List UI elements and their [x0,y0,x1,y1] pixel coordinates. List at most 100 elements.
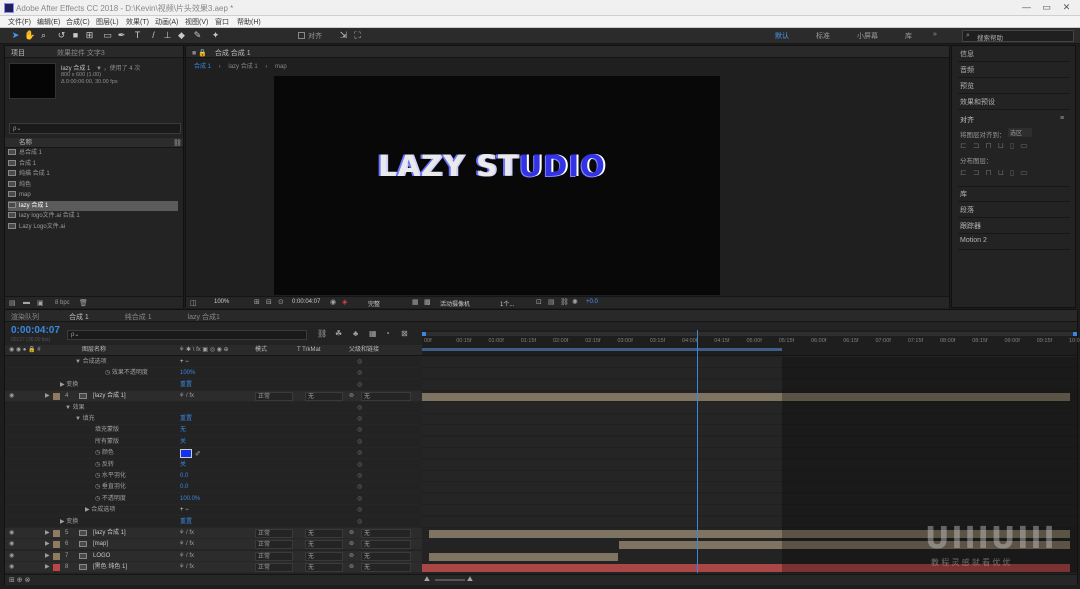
workspace-library[interactable]: 库 [905,31,912,41]
expression-link-icon[interactable]: ◎ [357,448,362,459]
time-ruler[interactable]: 00f 00:15f 01:00f 01:15f 02:00f 02:15f 03:00f 0… [422,330,1080,356]
menu-window[interactable]: 窗口 [215,17,229,27]
expand-arrow-icon[interactable]: ▶ [45,539,50,550]
menu-help[interactable]: 帮助(H) [237,17,261,27]
property-row[interactable]: 所有蒙版 关 ◎ [5,437,422,448]
close-button[interactable]: ✕ [1060,2,1073,13]
label-color-swatch[interactable] [53,393,60,401]
motion-blur-icon[interactable]: ◔ [385,329,390,338]
property-label[interactable]: ◷ 效果不透明度 [105,368,148,379]
eye-icon[interactable]: ◉ [9,539,14,550]
time-navigator-end-handle[interactable] [1073,332,1077,336]
maximize-button[interactable]: ▭ [1040,2,1053,13]
layer-row[interactable]: ◉ ▶ 6 [map] ⚘ / fx 正常 无 无 ⊚ [5,539,422,551]
property-row[interactable]: ◷ 水平羽化 0.0 ◎ [5,471,422,482]
layer-row[interactable]: ◉ ▶ 4 [lazy 合成 1] ⚘ / fx 正常 无 无 ⊚ [5,391,422,403]
expression-link-icon[interactable]: ◎ [357,414,362,425]
label-color-swatch[interactable] [53,541,60,549]
right-panel-item[interactable]: 段落 [958,202,1070,218]
tab-comp1[interactable]: 合成 1 [69,314,89,321]
type-tool-icon[interactable]: T [132,30,143,41]
eye-icon[interactable]: ◉ [9,391,14,402]
trkmat-dropdown[interactable]: 无 [305,392,343,402]
timeline-icon[interactable]: ▤ [548,298,555,306]
viewer-timecode[interactable]: 0:00:04:07 [292,299,320,305]
property-row[interactable]: ▶ 变换 重置 ◎ [5,517,422,528]
workspace-standard[interactable]: 标准 [816,31,830,41]
snap-edges-icon[interactable]: ⛶ [352,30,363,41]
graph-editor-icon[interactable]: ⊠ [401,329,408,338]
right-panel-item[interactable]: Motion 2 [958,234,1070,250]
layer-name[interactable]: [lazy 合成 1] [93,391,126,402]
property-row[interactable]: 填充蒙版 无 ◎ [5,425,422,437]
snap-options-icon[interactable]: ⇲ [338,30,349,41]
pan-behind-tool-icon[interactable]: ⊞ [84,30,95,41]
parent-dropdown[interactable]: 无 [361,551,411,561]
eye-icon[interactable]: ◉ [9,551,14,562]
layer-name[interactable]: LOGO [93,551,110,562]
property-row[interactable]: ▼ 效果 ◎ [5,403,422,414]
time-navigator[interactable] [422,332,1077,336]
zoom-slider[interactable] [435,579,465,581]
layer-switches-icon[interactable]: ⚘ / fx [179,539,194,550]
snapshot-timecode-icon[interactable]: ⊙ [278,298,284,306]
layer-row[interactable]: ◉ ▶ 8 [黑色 纯色 1] ⚘ / fx 正常 无 无 ⊚ [5,562,422,574]
property-value[interactable]: 100% [180,368,195,379]
workspace-small-screen[interactable]: 小屏幕 [857,31,878,41]
pick-whip-icon[interactable]: ⊚ [349,562,354,573]
comp-viewer-canvas[interactable]: LAZY STUDIO [274,76,720,295]
help-search-field[interactable]: ⌕ 搜索帮助 [962,30,1074,42]
interpret-footage-icon[interactable]: ▤ [9,299,16,307]
trkmat-header[interactable]: T TrkMat [297,345,321,356]
expression-link-icon[interactable]: ◎ [357,494,362,505]
camera-snapshot-icon[interactable]: ◉ [330,298,336,306]
project-name-column-header[interactable]: 名称 [5,138,183,148]
trkmat-dropdown[interactable]: 无 [305,551,343,561]
flowchart-view-icon[interactable]: ⛓ [560,298,569,306]
mode-dropdown[interactable]: 正常 [255,563,293,573]
expression-link-icon[interactable]: ◎ [357,380,362,391]
property-value[interactable]: 无 [180,425,186,436]
property-row[interactable]: ◷ 不透明度 100.0% ◎ [5,494,422,505]
label-color-swatch[interactable] [53,564,60,572]
project-item[interactable]: map [8,190,178,200]
property-label[interactable]: 填充蒙版 [95,425,119,436]
region-of-interest-icon[interactable]: ◫ [190,299,197,307]
right-panel-item[interactable]: 库 [958,186,1070,202]
property-row[interactable]: ◷ 效果不透明度 100% ◎ [5,368,422,380]
project-search-input[interactable]: ρ⌄ [9,123,181,134]
mode-header[interactable]: 模式 [255,345,267,356]
quality-dropdown[interactable]: 完整 [368,299,380,308]
shy-layers-icon[interactable]: ♣ [353,329,358,338]
layer-switches-icon[interactable]: ⚘ / fx [179,562,194,573]
roto-brush-tool-icon[interactable]: ✎ [192,30,203,41]
parent-dropdown[interactable]: 无 [361,563,411,573]
project-item[interactable]: lazy 合成 1 [8,200,178,211]
right-panel-item[interactable]: 跟踪器 [958,218,1070,234]
add-remove-buttons[interactable]: + − [180,505,189,516]
menu-effect[interactable]: 效果(T) [126,17,149,27]
views-dropdown[interactable]: 1个... [500,299,514,308]
selection-tool-icon[interactable]: ➤ [10,30,21,41]
parent-dropdown[interactable]: 无 [361,540,411,550]
delete-icon[interactable]: 🗑 [79,299,88,307]
parent-header[interactable]: 父级和链接 [349,345,379,356]
layer-name-header[interactable]: 图层名称 [82,345,106,356]
zoom-tool-icon[interactable]: ⌕ [38,30,49,41]
menu-edit[interactable]: 编辑(E) [37,17,60,27]
time-navigator-start-handle[interactable] [422,332,426,336]
clone-tool-icon[interactable]: ⊥ [162,30,173,41]
property-label[interactable]: ▼ 效果 [65,403,85,414]
property-label[interactable]: ▶ 合成选项 [85,505,115,516]
property-value[interactable]: 关 [180,437,186,448]
workspace-more-button[interactable]: » [933,31,937,38]
pick-whip-icon[interactable]: ⊚ [349,528,354,539]
minimize-button[interactable]: — [1020,2,1033,13]
eyedropper-icon[interactable]: ✐ [195,449,201,460]
show-snapshot-icon[interactable]: ◈ [342,298,347,306]
playhead[interactable] [697,330,699,573]
layer-name[interactable]: [map] [93,539,108,550]
property-value[interactable]: 重置 [180,414,192,425]
expression-link-icon[interactable]: ◎ [357,482,362,493]
layer-switches-icon[interactable]: ⚘ / fx [179,391,194,402]
